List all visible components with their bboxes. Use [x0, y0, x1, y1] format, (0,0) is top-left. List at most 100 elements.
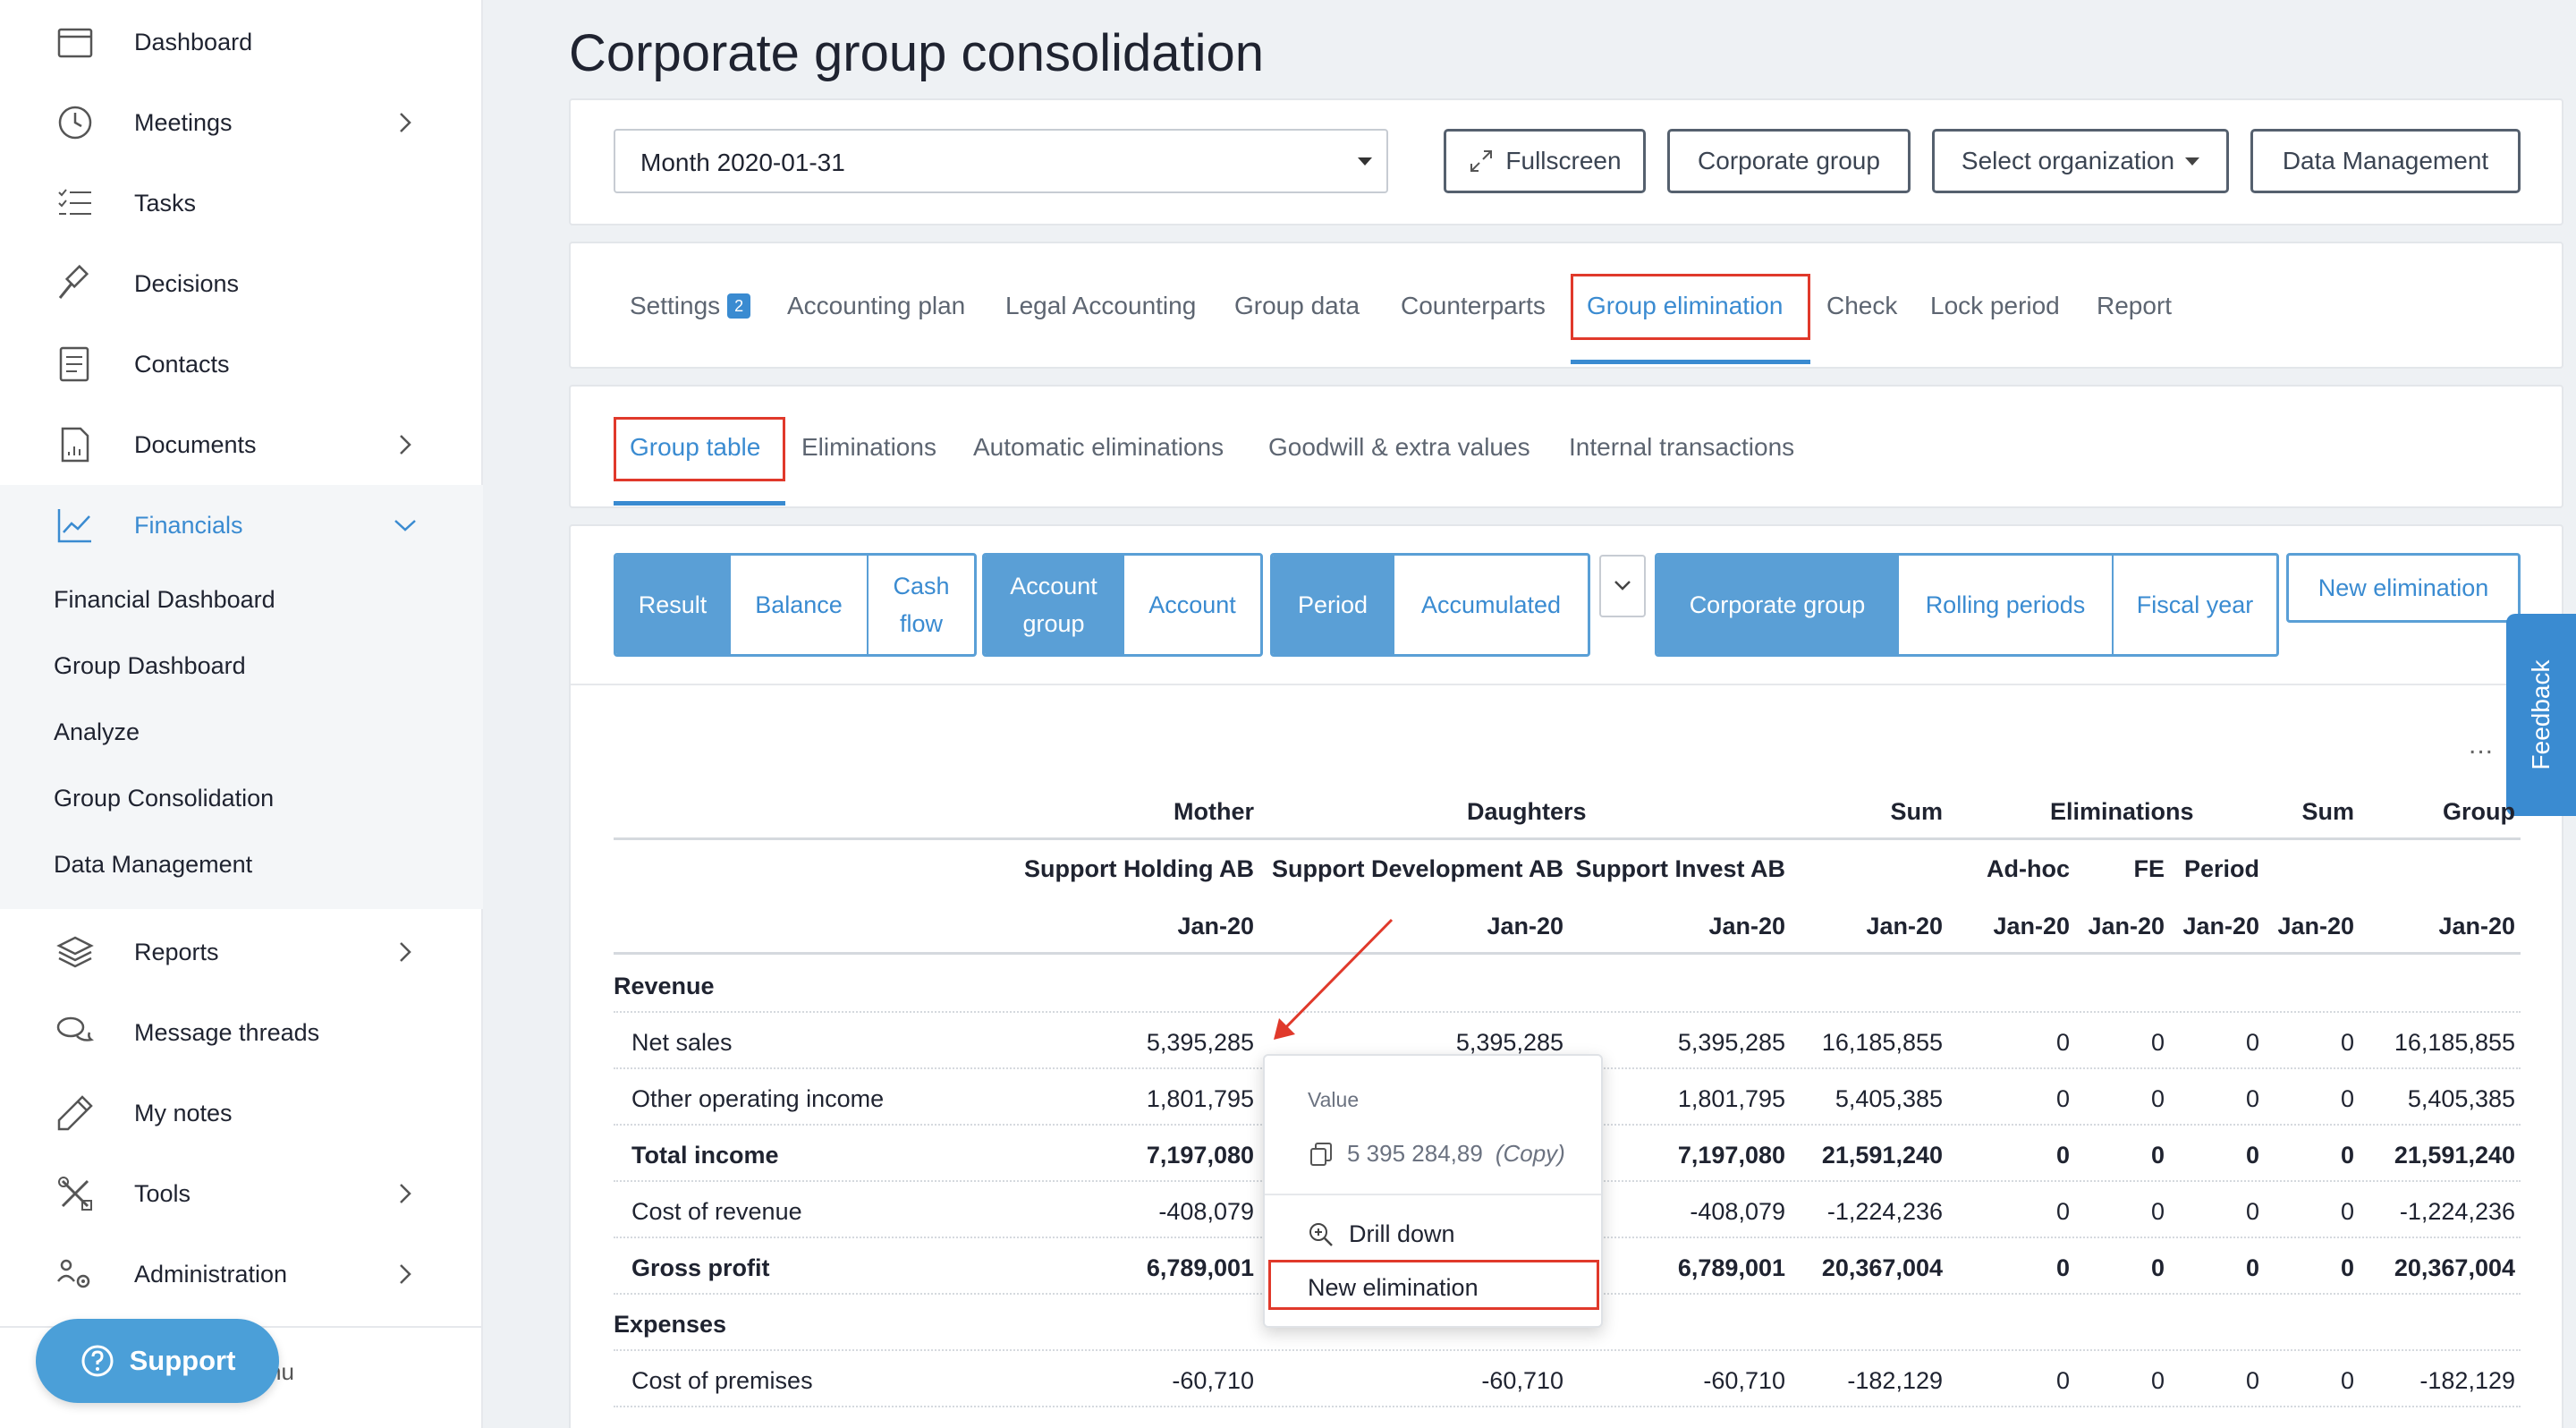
sidebar-item-financials[interactable]: Financials: [0, 485, 483, 565]
table-cell[interactable]: 0: [2341, 1029, 2354, 1057]
table-cell[interactable]: 0: [2151, 1029, 2165, 1057]
table-cell[interactable]: -182,129: [2419, 1367, 2515, 1395]
sidebar-item-documents[interactable]: Documents: [0, 404, 483, 485]
table-cell[interactable]: 16,185,855: [1822, 1029, 1943, 1057]
table-cell[interactable]: 21,591,240: [2394, 1142, 2515, 1169]
table-cell[interactable]: 16,185,855: [2394, 1029, 2515, 1057]
table-cell[interactable]: 0: [2056, 1198, 2070, 1226]
tab-group-data[interactable]: Group data: [1234, 292, 1360, 320]
sidebar-item-reports[interactable]: Reports: [0, 912, 483, 992]
sidebar-subitem-group-dashboard[interactable]: Group Dashboard: [54, 652, 246, 680]
table-cell[interactable]: 7,197,080: [1678, 1142, 1785, 1169]
table-cell[interactable]: 1,801,795: [1147, 1085, 1254, 1113]
table-cell[interactable]: 5,395,285: [1456, 1029, 1563, 1057]
table-cell[interactable]: 0: [2246, 1254, 2259, 1282]
data-management-button[interactable]: Data Management: [2250, 129, 2521, 193]
table-cell[interactable]: 0: [2246, 1367, 2259, 1395]
table-cell[interactable]: 0: [2341, 1142, 2354, 1169]
table-cell[interactable]: 0: [2056, 1085, 2070, 1113]
segment-account[interactable]: Account: [1124, 556, 1260, 654]
table-cell[interactable]: 5,405,385: [1835, 1085, 1943, 1113]
table-cell[interactable]: 0: [2056, 1254, 2070, 1282]
table-cell[interactable]: -1,224,236: [2400, 1198, 2515, 1226]
table-cell[interactable]: 0: [2341, 1198, 2354, 1226]
table-cell[interactable]: 0: [2341, 1254, 2354, 1282]
table-cell[interactable]: 0: [2246, 1029, 2259, 1057]
sidebar-subitem-financial-dashboard[interactable]: Financial Dashboard: [54, 586, 275, 614]
tab-check[interactable]: Check: [1826, 292, 1897, 320]
table-cell[interactable]: 5,405,385: [2408, 1085, 2515, 1113]
table-cell[interactable]: 0: [2151, 1198, 2165, 1226]
tab-settings[interactable]: Settings 2: [630, 292, 751, 320]
sidebar-item-contacts[interactable]: Contacts: [0, 324, 483, 404]
table-cell[interactable]: 21,591,240: [1822, 1142, 1943, 1169]
table-cell[interactable]: -408,079: [1690, 1198, 1785, 1226]
segment-period[interactable]: Period: [1273, 556, 1394, 654]
table-cell[interactable]: -60,710: [1703, 1367, 1785, 1395]
more-options-icon[interactable]: ...: [2469, 730, 2494, 761]
segment-cash-flow[interactable]: Cash flow: [869, 556, 974, 654]
sidebar-item-tools[interactable]: Tools: [0, 1153, 483, 1234]
table-cell[interactable]: 5,395,285: [1147, 1029, 1254, 1057]
segment-rolling-periods[interactable]: Rolling periods: [1899, 556, 2114, 654]
support-button[interactable]: Support: [36, 1319, 279, 1403]
fullscreen-button[interactable]: Fullscreen: [1444, 129, 1646, 193]
sidebar-item-decisions[interactable]: Decisions: [0, 243, 483, 324]
table-cell[interactable]: -60,710: [1172, 1367, 1254, 1395]
table-cell[interactable]: 0: [2341, 1085, 2354, 1113]
table-cell[interactable]: 0: [2246, 1198, 2259, 1226]
sidebar-subitem-group-consolidation[interactable]: Group Consolidation: [54, 785, 274, 812]
table-cell[interactable]: 0: [2056, 1142, 2070, 1169]
sidebar-item-administration[interactable]: Administration: [0, 1234, 483, 1314]
select-organization-dropdown[interactable]: Select organization: [1932, 129, 2229, 193]
segment-fiscal-year[interactable]: Fiscal year: [2114, 556, 2276, 654]
table-cell[interactable]: -1,224,236: [1827, 1198, 1943, 1226]
subtab-eliminations[interactable]: Eliminations: [801, 433, 936, 462]
month-select[interactable]: Month 2020-01-31: [614, 129, 1388, 193]
sidebar-item-message-threads[interactable]: Message threads: [0, 992, 483, 1073]
sidebar-subitem-analyze[interactable]: Analyze: [54, 718, 140, 746]
table-cell[interactable]: 6,789,001: [1147, 1254, 1254, 1282]
table-cell[interactable]: 0: [2151, 1254, 2165, 1282]
subtab-internal-transactions[interactable]: Internal transactions: [1569, 433, 1794, 462]
sidebar-subitem-data-management[interactable]: Data Management: [54, 851, 252, 879]
table-cell[interactable]: 0: [2246, 1142, 2259, 1169]
corporate-group-button[interactable]: Corporate group: [1667, 129, 1911, 193]
tab-accounting-plan[interactable]: Accounting plan: [787, 292, 965, 320]
period-options-dropdown[interactable]: [1599, 555, 1646, 617]
table-cell[interactable]: 0: [2341, 1367, 2354, 1395]
drill-down-menu-item[interactable]: Drill down: [1308, 1220, 1455, 1248]
segment-corporate-group[interactable]: Corporate group: [1657, 556, 1899, 654]
sidebar-item-tasks[interactable]: Tasks: [0, 163, 483, 243]
segment-account-group[interactable]: Account group: [985, 556, 1124, 654]
table-cell[interactable]: 5,395,285: [1678, 1029, 1785, 1057]
tab-lock-period[interactable]: Lock period: [1930, 292, 2060, 320]
table-cell[interactable]: 0: [2151, 1142, 2165, 1169]
table-cell[interactable]: 6,789,001: [1678, 1254, 1785, 1282]
table-cell[interactable]: 0: [2056, 1367, 2070, 1395]
tab-counterparts[interactable]: Counterparts: [1401, 292, 1546, 320]
table-cell[interactable]: -182,129: [1847, 1367, 1943, 1395]
table-cell[interactable]: 0: [2246, 1085, 2259, 1113]
table-cell[interactable]: 0: [2151, 1085, 2165, 1113]
table-cell[interactable]: -60,710: [1481, 1367, 1563, 1395]
sidebar-item-meetings[interactable]: Meetings: [0, 82, 483, 163]
tab-legal-accounting[interactable]: Legal Accounting: [1005, 292, 1196, 320]
table-cell[interactable]: 20,367,004: [1822, 1254, 1943, 1282]
table-cell[interactable]: 0: [2056, 1029, 2070, 1057]
sidebar-item-my-notes[interactable]: My notes: [0, 1073, 483, 1153]
sidebar-item-dashboard[interactable]: Dashboard: [0, 2, 483, 82]
copy-value-button[interactable]: 5 395 284,89 (Copy): [1308, 1140, 1565, 1168]
segment-result[interactable]: Result: [616, 556, 731, 654]
table-cell[interactable]: 0: [2151, 1367, 2165, 1395]
segment-balance[interactable]: Balance: [731, 556, 869, 654]
table-cell[interactable]: -408,079: [1158, 1198, 1254, 1226]
table-cell[interactable]: 1,801,795: [1678, 1085, 1785, 1113]
subtab-goodwill-extra-values[interactable]: Goodwill & extra values: [1268, 433, 1530, 462]
segment-accumulated[interactable]: Accumulated: [1394, 556, 1588, 654]
feedback-tab[interactable]: Feedback: [2506, 614, 2576, 816]
table-cell[interactable]: 20,367,004: [2394, 1254, 2515, 1282]
tab-report[interactable]: Report: [2097, 292, 2172, 320]
table-cell[interactable]: 7,197,080: [1147, 1142, 1254, 1169]
new-elimination-button[interactable]: New elimination: [2286, 553, 2521, 623]
